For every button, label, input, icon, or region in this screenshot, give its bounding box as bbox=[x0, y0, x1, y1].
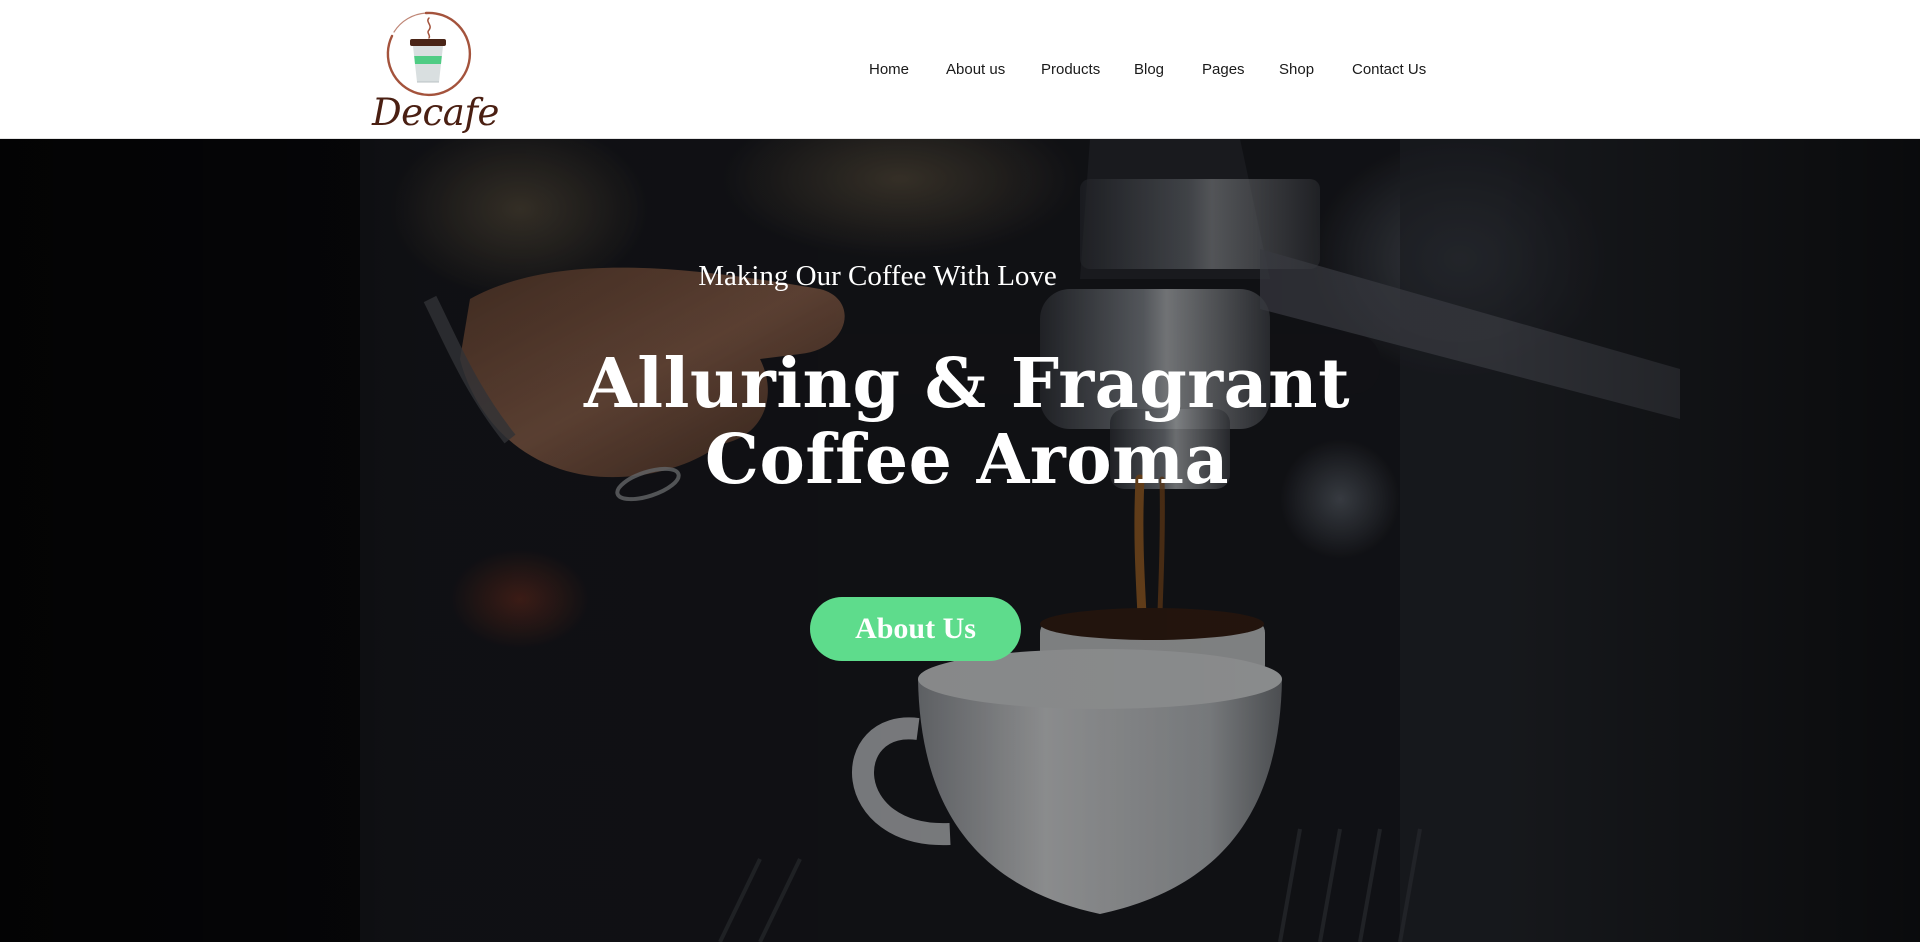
nav-contact-us[interactable]: Contact Us bbox=[1352, 58, 1426, 82]
hero-tagline: Making Our Coffee With Love bbox=[698, 260, 1057, 292]
coffee-cup-logo-icon bbox=[386, 11, 472, 97]
site-header: Decafe Home About us Products Blog Pages… bbox=[0, 0, 1920, 139]
hero-headline-line1: Alluring & Fragrant bbox=[584, 344, 1350, 424]
hero-headline: Alluring & Fragrant Coffee Aroma bbox=[0, 346, 1920, 498]
hero-headline-line2: Coffee Aroma bbox=[704, 420, 1230, 500]
nav-pages[interactable]: Pages bbox=[1202, 58, 1245, 82]
nav-shop[interactable]: Shop bbox=[1279, 58, 1314, 82]
nav-home[interactable]: Home bbox=[869, 58, 909, 82]
main-nav: Home About us Products Blog Pages Shop C… bbox=[0, 58, 1920, 82]
nav-products[interactable]: Products bbox=[1041, 58, 1100, 82]
hero-section: Making Our Coffee With Love Alluring & F… bbox=[0, 139, 1920, 942]
nav-about-us[interactable]: About us bbox=[946, 58, 1005, 82]
nav-blog[interactable]: Blog bbox=[1134, 58, 1164, 82]
brand-name: Decafe bbox=[372, 91, 499, 134]
about-us-button[interactable]: About Us bbox=[810, 597, 1021, 661]
